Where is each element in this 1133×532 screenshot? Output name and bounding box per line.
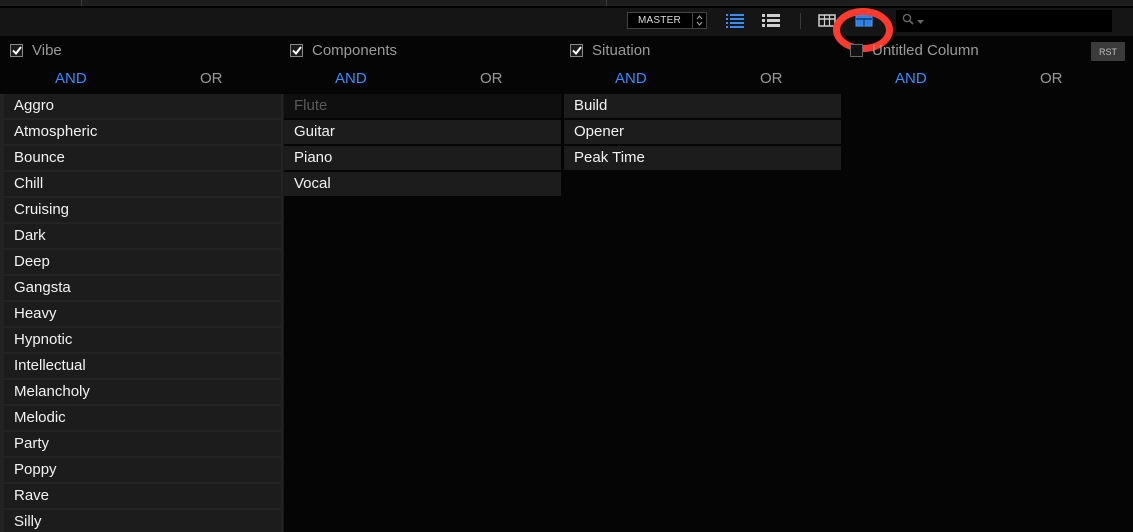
column-header-situation: Situation AND OR [560,36,843,92]
grid-view-icon[interactable] [818,13,836,28]
checkbox-vibe[interactable] [10,44,23,57]
tag-browser-window: MASTER Vibe AND OR Components AND OR Sit… [0,0,1133,532]
and-button-situation[interactable]: AND [615,70,647,87]
tag-item[interactable]: Gangsta [4,276,281,300]
top-strip [0,0,1133,8]
up-down-arrows-icon [692,13,706,28]
toolbar-divider [800,13,801,29]
tag-list-situation: Build Opener Peak Time [564,94,841,172]
or-button-components[interactable]: OR [480,70,503,87]
tag-item[interactable]: Bounce [4,146,281,170]
chevron-down-icon[interactable] [917,12,924,30]
tag-item[interactable]: Opener [564,120,841,144]
tag-item[interactable]: Hypnotic [4,328,281,352]
tag-item[interactable]: Guitar [284,120,561,144]
tag-item[interactable]: Cruising [4,198,281,222]
tag-list-components: Flute Guitar Piano Vocal [284,94,561,198]
tag-item[interactable]: Atmospheric [4,120,281,144]
column-title-situation: Situation [592,42,651,59]
deck-select-label: MASTER [638,15,681,26]
tag-item[interactable]: Melancholy [4,380,281,404]
column-title-untitled: Untitled Column [872,42,979,59]
toolbar: MASTER [0,8,1133,52]
or-button-vibe[interactable]: OR [200,70,223,87]
tag-item[interactable]: Flute [284,94,561,118]
reset-button[interactable]: RST [1091,42,1125,61]
column-title-components: Components [312,42,398,59]
column-header-components: Components AND OR [280,36,563,92]
search-field[interactable] [896,10,1112,32]
and-button-vibe[interactable]: AND [55,70,87,87]
column-title-vibe: Vibe [32,42,62,59]
column-browser-icon[interactable] [855,13,873,28]
tag-item[interactable]: Deep [4,250,281,274]
search-icon [902,12,914,30]
checkbox-components[interactable] [290,44,303,57]
or-button-untitled[interactable]: OR [1040,70,1063,87]
tag-item[interactable]: Aggro [4,94,281,118]
detail-list-icon[interactable] [762,13,780,28]
tag-item[interactable]: Melodic [4,406,281,430]
or-button-situation[interactable]: OR [760,70,783,87]
tag-item[interactable]: Peak Time [564,146,841,170]
checkbox-untitled[interactable] [850,44,863,57]
and-button-untitled[interactable]: AND [895,70,927,87]
list-view-icon[interactable] [726,13,744,28]
tag-item[interactable]: Chill [4,172,281,196]
tag-item[interactable]: Rave [4,484,281,508]
tag-item[interactable]: Poppy [4,458,281,482]
deck-select[interactable]: MASTER [627,12,707,29]
tag-item[interactable]: Party [4,432,281,456]
tag-item[interactable]: Dark [4,224,281,248]
tag-item[interactable]: Intellectual [4,354,281,378]
tag-item[interactable]: Piano [284,146,561,170]
tag-item[interactable]: Heavy [4,302,281,326]
tag-item[interactable]: Build [564,94,841,118]
and-button-components[interactable]: AND [335,70,367,87]
tag-list-vibe: Aggro Atmospheric Bounce Chill Cruising Dark D… [4,94,281,532]
tag-item[interactable]: Silly [4,510,281,532]
column-header-untitled: Untitled Column AND OR [840,36,1123,92]
column-header-vibe: Vibe AND OR [0,36,283,92]
tag-item[interactable]: Vocal [284,172,561,196]
checkbox-situation[interactable] [570,44,583,57]
